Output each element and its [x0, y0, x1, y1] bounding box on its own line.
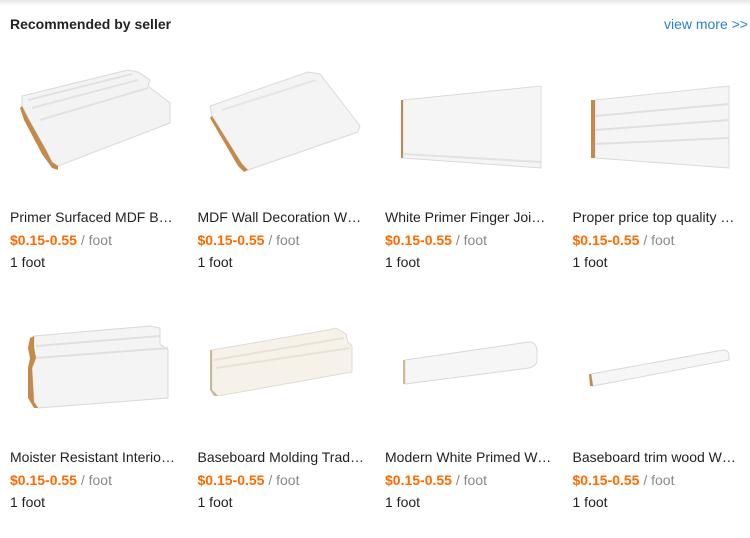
- section-header: Recommended by seller view more >>: [0, 0, 750, 44]
- price-unit: / foot: [643, 472, 674, 488]
- price-line: $0.15-0.55 / foot: [385, 472, 487, 488]
- price-line: $0.15-0.55 / foot: [385, 232, 487, 248]
- product-price: $0.15-0.55: [10, 472, 77, 488]
- min-order-quantity: 1 foot: [573, 254, 608, 270]
- price-line: $0.15-0.55 / foot: [573, 232, 675, 248]
- price-unit: / foot: [268, 472, 299, 488]
- product-name[interactable]: White Primer Finger Joint …: [385, 209, 553, 225]
- price-unit: / foot: [456, 472, 487, 488]
- product-price: $0.15-0.55: [10, 232, 77, 248]
- min-order-quantity: 1 foot: [385, 254, 420, 270]
- product-name[interactable]: Modern White Primed Wo…: [385, 449, 553, 465]
- product-name[interactable]: Proper price top quality w…: [573, 209, 741, 225]
- product-image-baseboard[interactable]: [198, 58, 368, 198]
- product-price: $0.15-0.55: [198, 472, 265, 488]
- min-order-quantity: 1 foot: [198, 494, 233, 510]
- product-card[interactable]: Proper price top quality w… $0.15-0.55 /…: [573, 58, 750, 298]
- product-price: $0.15-0.55: [573, 472, 640, 488]
- product-price: $0.15-0.55: [385, 472, 452, 488]
- product-card[interactable]: Modern White Primed Wo… $0.15-0.55 / foo…: [385, 298, 573, 538]
- product-grid: Primer Surfaced MDF Bas… $0.15-0.55 / fo…: [10, 58, 750, 538]
- product-name[interactable]: MDF Wall Decoration Whi…: [198, 209, 366, 225]
- section-title: Recommended by seller: [10, 16, 171, 32]
- price-line: $0.15-0.55 / foot: [10, 232, 112, 248]
- price-unit: / foot: [643, 232, 674, 248]
- product-image-baseboard[interactable]: [385, 58, 555, 198]
- product-name[interactable]: Baseboard trim wood Whi…: [573, 449, 741, 465]
- product-price: $0.15-0.55: [573, 232, 640, 248]
- min-order-quantity: 1 foot: [385, 494, 420, 510]
- product-name[interactable]: Primer Surfaced MDF Bas…: [10, 209, 178, 225]
- product-image-baseboard[interactable]: [573, 58, 743, 198]
- price-unit: / foot: [456, 232, 487, 248]
- product-image-baseboard[interactable]: [10, 58, 180, 198]
- product-card[interactable]: MDF Wall Decoration Whi… $0.15-0.55 / fo…: [198, 58, 386, 298]
- view-more-link[interactable]: view more >>: [664, 16, 748, 32]
- min-order-quantity: 1 foot: [10, 254, 45, 270]
- price-unit: / foot: [81, 232, 112, 248]
- price-line: $0.15-0.55 / foot: [198, 472, 300, 488]
- min-order-quantity: 1 foot: [10, 494, 45, 510]
- price-line: $0.15-0.55 / foot: [198, 232, 300, 248]
- product-image-baseboard[interactable]: [10, 298, 180, 438]
- min-order-quantity: 1 foot: [198, 254, 233, 270]
- price-line: $0.15-0.55 / foot: [573, 472, 675, 488]
- product-price: $0.15-0.55: [385, 232, 452, 248]
- min-order-quantity: 1 foot: [573, 494, 608, 510]
- product-price: $0.15-0.55: [198, 232, 265, 248]
- product-image-baseboard[interactable]: [573, 298, 743, 438]
- product-card[interactable]: Baseboard trim wood Whi… $0.15-0.55 / fo…: [573, 298, 750, 538]
- product-name[interactable]: Moister Resistant Interior …: [10, 449, 178, 465]
- product-image-baseboard[interactable]: [198, 298, 368, 438]
- product-image-baseboard[interactable]: [385, 298, 555, 438]
- product-card[interactable]: Moister Resistant Interior … $0.15-0.55 …: [10, 298, 198, 538]
- product-card[interactable]: Primer Surfaced MDF Bas… $0.15-0.55 / fo…: [10, 58, 198, 298]
- price-line: $0.15-0.55 / foot: [10, 472, 112, 488]
- product-card[interactable]: White Primer Finger Joint … $0.15-0.55 /…: [385, 58, 573, 298]
- price-unit: / foot: [81, 472, 112, 488]
- product-card[interactable]: Baseboard Molding Tradit… $0.15-0.55 / f…: [198, 298, 386, 538]
- product-name[interactable]: Baseboard Molding Tradit…: [198, 449, 366, 465]
- price-unit: / foot: [268, 232, 299, 248]
